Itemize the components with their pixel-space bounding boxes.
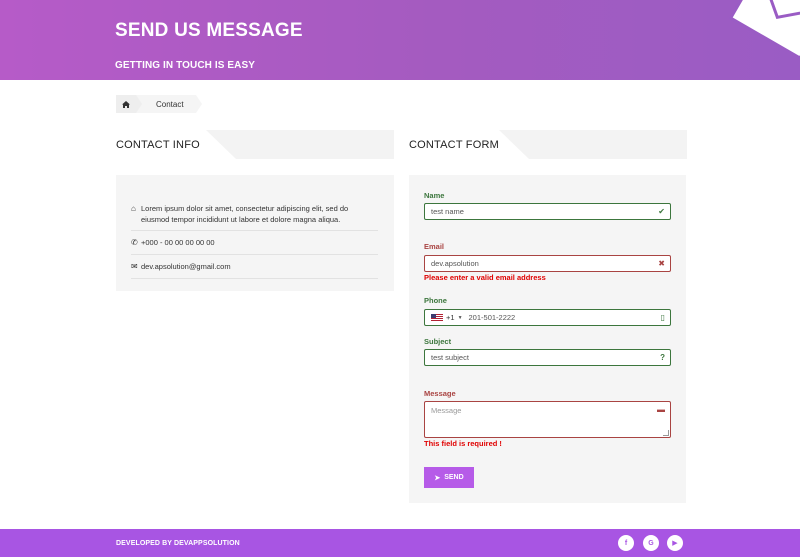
message-label: Message <box>424 389 456 398</box>
email-row: ✉ dev.apsolution@gmail.com <box>131 261 378 279</box>
send-icon: ➤ <box>434 474 441 482</box>
facebook-icon[interactable]: f <box>618 535 634 551</box>
email-value: dev.apsolution <box>431 259 479 268</box>
phone-field[interactable]: +1 ▼ 201-501-2222 ▯ <box>424 309 671 326</box>
email-field[interactable]: dev.apsolution ✖ <box>424 255 671 272</box>
message-textarea[interactable]: Message ▬ <box>424 401 671 438</box>
page-subtitle: GETTING IN TOUCH IS EASY <box>115 60 256 71</box>
page-title: SEND US MESSAGE <box>115 20 303 41</box>
resize-handle[interactable] <box>663 430 669 436</box>
us-flag-icon[interactable] <box>431 314 443 321</box>
error-x-icon: ✖ <box>658 259 665 268</box>
phone-label: Phone <box>424 296 447 305</box>
home-icon: ⌂ <box>131 204 136 213</box>
contact-info-panel: ⌂ Lorem ipsum dolor sit amet, consectetu… <box>116 175 394 291</box>
phone-row: ✆ +000 - 00 00 00 00 00 <box>131 237 378 255</box>
email-text[interactable]: dev.apsolution@gmail.com <box>141 261 231 272</box>
address-row: ⌂ Lorem ipsum dolor sit amet, consectetu… <box>131 203 378 231</box>
envelope-icon <box>728 0 800 61</box>
youtube-icon[interactable]: ▶ <box>667 535 683 551</box>
send-label: SEND <box>444 474 464 481</box>
phone-icon: ✆ <box>131 238 138 247</box>
contact-form-heading: CONTACT FORM <box>409 139 499 151</box>
name-label: Name <box>424 191 445 200</box>
name-field[interactable]: test name ✔ <box>424 203 671 220</box>
footer-credit: DEVELOPED BY DEVAPPSOLUTION <box>116 540 240 547</box>
page-header: SEND US MESSAGE GETTING IN TOUCH IS EASY <box>0 0 800 80</box>
breadcrumb-home[interactable] <box>116 95 142 113</box>
mail-icon: ✉ <box>131 262 138 271</box>
email-error: Please enter a valid email address <box>424 273 546 282</box>
subject-value: test subject <box>431 353 469 362</box>
contact-info-header: CONTACT INFO <box>116 130 394 159</box>
address-text: Lorem ipsum dolor sit amet, consectetur … <box>141 204 349 224</box>
send-button[interactable]: ➤ SEND <box>424 467 474 488</box>
message-error: This field is required ! <box>424 439 502 448</box>
footer: DEVELOPED BY DEVAPPSOLUTION f G ▶ <box>0 529 800 557</box>
name-value: test name <box>431 207 464 216</box>
check-icon: ✔ <box>658 207 665 216</box>
contact-form-panel: Name test name ✔ Email dev.apsolution ✖ … <box>409 175 686 503</box>
phone-text: +000 - 00 00 00 00 00 <box>141 238 215 247</box>
comment-icon: ▬ <box>657 405 665 414</box>
subject-field[interactable]: test subject ? <box>424 349 671 366</box>
chevron-down-icon[interactable]: ▼ <box>458 315 463 321</box>
question-icon: ? <box>660 353 665 362</box>
email-label: Email <box>424 242 445 251</box>
phone-value: 201-501-2222 <box>468 313 516 322</box>
breadcrumb-current: Contact <box>136 95 202 113</box>
contact-form-header: CONTACT FORM <box>409 130 687 159</box>
message-placeholder: Message <box>431 406 462 415</box>
breadcrumb: Contact <box>116 95 202 113</box>
home-icon <box>122 100 130 108</box>
google-icon[interactable]: G <box>643 535 659 551</box>
dial-code[interactable]: +1 <box>446 313 455 322</box>
subject-label: Subject <box>424 337 452 346</box>
mobile-icon: ▯ <box>660 313 665 322</box>
contact-info-heading: CONTACT INFO <box>116 139 200 151</box>
